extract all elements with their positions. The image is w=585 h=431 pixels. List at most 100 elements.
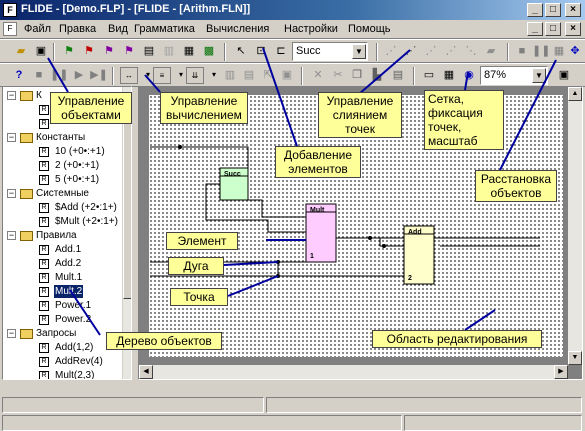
split-points-icon[interactable]: ⋰ (402, 43, 420, 60)
toolbar-separator (301, 67, 303, 85)
calc-option-icon[interactable]: ▥ (221, 67, 239, 84)
chevron-down-icon[interactable]: ▼ (532, 68, 546, 83)
vertical-scrollbar[interactable]: ▲ ▼ (568, 87, 582, 365)
stop-icon[interactable]: ■ (513, 43, 531, 60)
delete-object-icon[interactable]: ⚑ (80, 43, 98, 60)
scroll-right-icon[interactable]: ▶ (554, 365, 568, 379)
toolbar-separator (224, 43, 226, 61)
calc-option-icon[interactable]: ▣ (278, 67, 296, 84)
save-icon[interactable]: ▣ (32, 43, 50, 60)
menu-edit[interactable]: Правка (59, 23, 96, 35)
add-port-icon[interactable]: ⊏ (272, 43, 290, 60)
folder-icon (20, 133, 33, 143)
object-copy-icon[interactable]: ⚑ (120, 43, 138, 60)
minimize-button[interactable]: _ (527, 3, 543, 17)
properties-icon[interactable]: ▤ (389, 67, 407, 84)
tree-item-label: Mult.2 (54, 285, 84, 298)
chevron-down-icon[interactable]: ▼ (352, 44, 366, 59)
rule-icon: R (39, 259, 49, 269)
toolbar-separator (507, 43, 509, 61)
doc-close-button[interactable]: × (565, 22, 581, 36)
status-pane (2, 415, 402, 431)
rule-icon: R (39, 245, 49, 255)
folder-icon (20, 91, 33, 101)
calc-option-icon[interactable]: ⇱ (259, 67, 277, 84)
mult-port-label: 1 (310, 253, 314, 260)
expand-toggle-icon[interactable]: − (7, 189, 16, 198)
menu-settings[interactable]: Настройки (284, 23, 338, 35)
pointer-icon[interactable]: ↖ (232, 43, 250, 60)
calc-step-icon[interactable]: ▶❚ (90, 67, 108, 84)
expand-toggle-icon[interactable]: − (7, 91, 16, 100)
calc-depth-icon[interactable]: ≡ (153, 67, 171, 84)
calc-pause-icon[interactable]: ❚❚ (50, 67, 68, 84)
scroll-down-icon[interactable]: ▼ (568, 351, 582, 365)
route-arc-icon[interactable]: ⋱ (462, 43, 480, 60)
menu-help[interactable]: Помощь (348, 23, 391, 35)
scissors-icon[interactable]: ✂ (329, 67, 347, 84)
expand-toggle-icon[interactable]: − (7, 133, 16, 142)
menu-calculations[interactable]: Вычисления (206, 23, 269, 35)
callout-edit-area: Область редактирования (372, 330, 542, 348)
add-node-icon[interactable]: ⊡ (252, 43, 270, 60)
grid-toggle-icon[interactable]: ▭ (420, 67, 438, 84)
callout-grid-zoom: Сетка, фиксация точек, масштаб (424, 90, 504, 150)
callout-arc: Дуга (168, 257, 224, 275)
unjoin-points-icon[interactable]: ⋰ (442, 43, 460, 60)
close-button[interactable]: × (565, 3, 581, 17)
merge-points-icon[interactable]: ⋰ (382, 43, 400, 60)
element-select-value: Succ (296, 45, 321, 57)
tree-scrollbar-thumb[interactable] (123, 99, 131, 299)
element-select[interactable]: Succ ▼ (292, 42, 368, 61)
rule-icon: R (39, 357, 49, 367)
join-points-icon[interactable]: ⋰ (422, 43, 440, 60)
menu-grammar[interactable]: Грамматика (134, 23, 195, 35)
menu-view[interactable]: Вид (108, 23, 128, 35)
expand-toggle-icon[interactable]: − (7, 231, 16, 240)
doc-restore-button[interactable]: □ (545, 22, 561, 36)
calc-order-icon[interactable]: ⇊ (186, 67, 204, 84)
toolbar-separator (413, 67, 415, 85)
horizontal-scrollbar[interactable]: ◀ ▶ (139, 365, 568, 379)
fit-page-icon[interactable]: ▣ (555, 67, 573, 84)
object-view-icon[interactable]: ▦ (180, 43, 198, 60)
app-icon[interactable]: F (3, 3, 17, 17)
folder-icon (20, 231, 33, 241)
calc-run-icon[interactable]: ▶ (70, 67, 88, 84)
tree-item-label: AddRev(4) (55, 356, 103, 367)
status-pane (266, 397, 582, 413)
doc-minimize-button[interactable]: _ (527, 22, 543, 36)
pause-icon[interactable]: ❚❚ (532, 43, 550, 60)
document-icon[interactable]: F (3, 22, 17, 36)
object-properties-icon[interactable]: ⚑ (100, 43, 118, 60)
zoom-target-icon[interactable]: ◉ (460, 67, 478, 84)
menu-file[interactable]: Файл (24, 23, 51, 35)
scroll-up-icon[interactable]: ▲ (568, 87, 582, 101)
help-icon[interactable]: ? (10, 67, 28, 84)
arrange-objects-icon[interactable]: ✥ (566, 43, 584, 60)
expand-toggle-icon[interactable]: − (7, 329, 16, 338)
object-tree-icon[interactable]: ▥ (160, 43, 178, 60)
scroll-left-icon[interactable]: ◀ (139, 365, 153, 379)
object-list-icon[interactable]: ▤ (140, 43, 158, 60)
menu-bar: F Файл Правка Вид Грамматика Вычисления … (0, 20, 585, 39)
calc-mode-icon[interactable]: ↔ (120, 67, 138, 84)
zoom-select[interactable]: 87% ▼ (480, 66, 548, 85)
calc-option-icon[interactable]: ▤ (240, 67, 258, 84)
succ-element-label: Succ (224, 171, 241, 178)
calc-stop-icon[interactable]: ■ (30, 67, 48, 84)
status-bar (0, 395, 585, 431)
cut-icon[interactable]: ✕ (309, 67, 327, 84)
object-run-icon[interactable]: ▩ (200, 43, 218, 60)
maximize-button[interactable]: □ (545, 3, 561, 17)
copy-icon[interactable]: ❐ (348, 67, 366, 84)
arc-label-icon[interactable]: ▰ (482, 43, 500, 60)
tree-item-label: Power.2 (55, 314, 92, 325)
open-icon[interactable]: ▰ (12, 43, 30, 60)
add-object-icon[interactable]: ⚑ (60, 43, 78, 60)
tree-folder-label: Правила (36, 230, 77, 241)
paste-icon[interactable]: ▙ (368, 67, 386, 84)
callout-point: Точка (170, 288, 228, 306)
rule-icon: R (39, 301, 49, 311)
snap-grid-icon[interactable]: ▦ (440, 67, 458, 84)
